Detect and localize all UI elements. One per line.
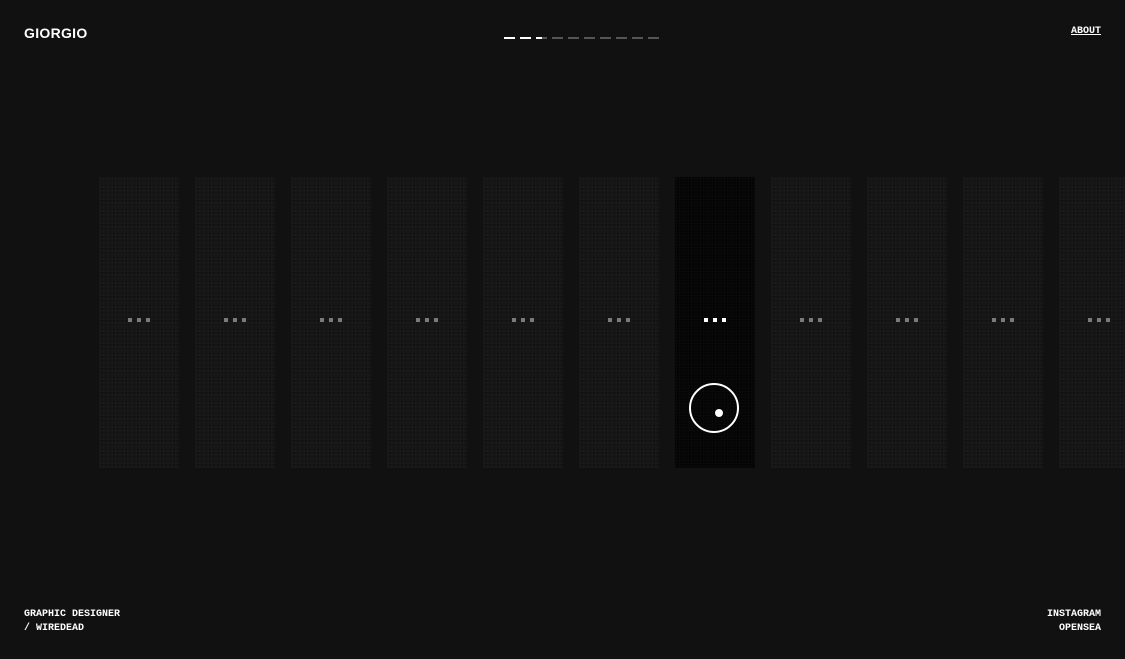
instagram-link[interactable]: INSTAGRAM [1047, 608, 1101, 622]
ellipsis-icon [608, 318, 630, 322]
footer-role: GRAPHIC DESIGNER / WIREDEAD [24, 608, 120, 636]
progress-segment [504, 37, 515, 39]
ellipsis-dot [1088, 318, 1092, 322]
ellipsis-dot [905, 318, 909, 322]
ellipsis-icon [320, 318, 342, 322]
ellipsis-dot [914, 318, 918, 322]
progress-segment [648, 37, 659, 39]
ellipsis-dot [800, 318, 804, 322]
ellipsis-dot [425, 318, 429, 322]
ellipsis-dot [704, 318, 708, 322]
ellipsis-dot [329, 318, 333, 322]
ellipsis-dot [338, 318, 342, 322]
project-card[interactable] [99, 177, 179, 468]
project-strip[interactable] [0, 177, 1125, 468]
project-card[interactable] [963, 177, 1043, 468]
ellipsis-dot [617, 318, 621, 322]
ellipsis-dot [416, 318, 420, 322]
ellipsis-dot [1001, 318, 1005, 322]
ellipsis-icon [800, 318, 822, 322]
ellipsis-dot [512, 318, 516, 322]
project-card[interactable] [195, 177, 275, 468]
progress-segment [536, 37, 547, 39]
ellipsis-dot [1106, 318, 1110, 322]
ellipsis-dot [224, 318, 228, 322]
project-card[interactable] [579, 177, 659, 468]
progress-segment [632, 37, 643, 39]
project-card[interactable] [1059, 177, 1125, 468]
project-card[interactable] [867, 177, 947, 468]
ellipsis-icon [512, 318, 534, 322]
ellipsis-dot [896, 318, 900, 322]
ellipsis-icon [224, 318, 246, 322]
ellipsis-dot [320, 318, 324, 322]
ellipsis-icon [128, 318, 150, 322]
progress-segment [552, 37, 563, 39]
ellipsis-icon [992, 318, 1014, 322]
progress-segment [520, 37, 531, 39]
project-card[interactable] [387, 177, 467, 468]
project-card-active[interactable] [675, 177, 755, 468]
footer-links: INSTAGRAM OPENSEA [1047, 608, 1101, 636]
progress-segment [616, 37, 627, 39]
ellipsis-dot [530, 318, 534, 322]
ellipsis-dot [818, 318, 822, 322]
ellipsis-dot [1097, 318, 1101, 322]
progress-segment [568, 37, 579, 39]
ellipsis-dot [137, 318, 141, 322]
ellipsis-icon [416, 318, 438, 322]
ellipsis-dot [722, 318, 726, 322]
ellipsis-dot [809, 318, 813, 322]
project-card[interactable] [291, 177, 371, 468]
progress-indicator [504, 37, 666, 39]
ellipsis-icon [704, 318, 726, 322]
progress-segment [584, 37, 595, 39]
ellipsis-dot [242, 318, 246, 322]
ellipsis-icon [896, 318, 918, 322]
ellipsis-dot [608, 318, 612, 322]
site-logo[interactable]: GIORGIO [24, 25, 88, 41]
role-studio: / WIREDEAD [24, 623, 85, 634]
ellipsis-dot [992, 318, 996, 322]
ellipsis-dot [521, 318, 525, 322]
role-title: GRAPHIC DESIGNER [24, 609, 121, 620]
project-card[interactable] [483, 177, 563, 468]
ellipsis-dot [146, 318, 150, 322]
project-card[interactable] [771, 177, 851, 468]
progress-segment [600, 37, 611, 39]
ellipsis-dot [233, 318, 237, 322]
ellipsis-dot [713, 318, 717, 322]
ellipsis-icon [1088, 318, 1110, 322]
about-link[interactable]: ABOUT [1071, 26, 1101, 37]
ellipsis-dot [128, 318, 132, 322]
opensea-link[interactable]: OPENSEA [1047, 622, 1101, 636]
ellipsis-dot [626, 318, 630, 322]
ellipsis-dot [434, 318, 438, 322]
ellipsis-dot [1010, 318, 1014, 322]
